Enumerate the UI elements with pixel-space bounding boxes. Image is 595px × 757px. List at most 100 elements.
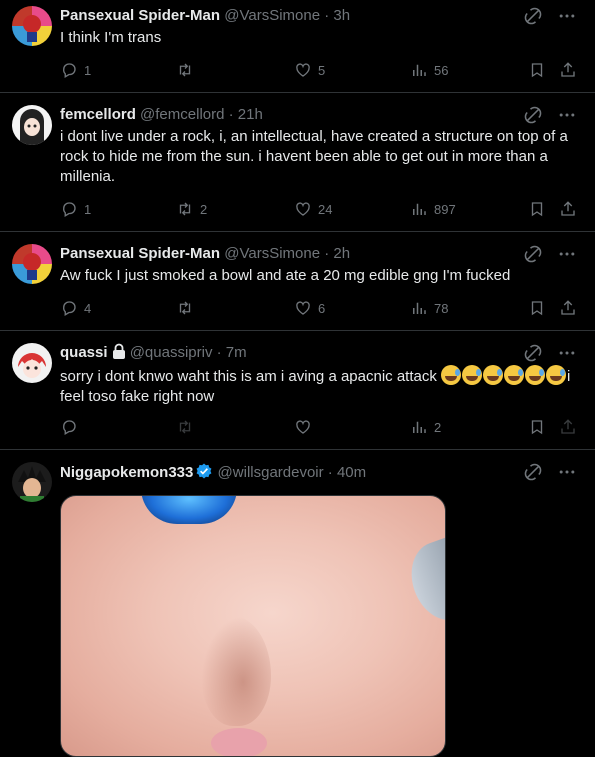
grok-icon[interactable] xyxy=(523,462,543,482)
avatar[interactable] xyxy=(12,343,52,383)
share-icon xyxy=(559,299,577,317)
bookmark-icon xyxy=(528,200,546,218)
views-button[interactable]: 56 xyxy=(410,61,448,79)
like-button[interactable]: 24 xyxy=(294,200,332,218)
handle-time[interactable]: @willsgardevoir · 40m xyxy=(218,464,367,481)
bookmark-icon xyxy=(528,61,546,79)
grok-icon[interactable] xyxy=(523,105,543,125)
retweet-button[interactable] xyxy=(176,418,200,436)
retweet-button[interactable] xyxy=(176,61,200,79)
bookmark-button[interactable] xyxy=(528,418,546,436)
views-icon xyxy=(410,299,428,317)
reply-count: 1 xyxy=(84,201,92,217)
share-button[interactable] xyxy=(559,200,577,218)
reply-count: 1 xyxy=(84,62,92,78)
like-button[interactable]: 6 xyxy=(294,299,325,317)
tweet-text: i dont live under a rock, i, an intellec… xyxy=(60,128,568,185)
bookmark-icon xyxy=(528,418,546,436)
retweet-button[interactable]: 2 xyxy=(176,200,207,218)
share-button[interactable] xyxy=(559,418,577,436)
tweet[interactable]: Pansexual Spider-Man @VarsSimone · 2h Aw… xyxy=(0,232,595,331)
avatar[interactable] xyxy=(12,462,52,502)
retweet-icon xyxy=(176,299,194,317)
sweat-smile-emoji-icon xyxy=(462,365,483,385)
tweet[interactable]: femcellord @femcellord · 21h i dont live… xyxy=(0,93,595,232)
lock-icon xyxy=(112,343,125,359)
handle-time[interactable]: @VarsSimone · 3h xyxy=(224,7,350,24)
reply-button[interactable] xyxy=(60,418,84,436)
share-icon xyxy=(559,61,577,79)
spiderman-avatar-icon xyxy=(23,15,41,42)
share-button[interactable] xyxy=(559,61,577,79)
sweat-smile-emoji-icon xyxy=(483,365,504,385)
tweet[interactable]: quassi @quassipriv · 7m sorry i dont knw… xyxy=(0,331,595,450)
display-name[interactable]: femcellord xyxy=(60,106,136,123)
display-name[interactable]: Niggapokemon333 xyxy=(60,464,193,481)
reply-icon xyxy=(60,61,78,79)
handle-time[interactable]: @femcellord · 21h xyxy=(140,106,263,123)
bookmark-button[interactable] xyxy=(528,61,546,79)
more-icon[interactable] xyxy=(557,244,577,264)
views-count: 897 xyxy=(434,201,456,217)
views-count: 56 xyxy=(434,62,449,78)
handle-time[interactable]: @VarsSimone · 2h xyxy=(224,245,350,262)
sweat-smile-emoji-icon xyxy=(441,365,462,385)
grey-eye-graphic xyxy=(401,533,445,629)
retweet-icon xyxy=(176,61,194,79)
nose-shading-graphic xyxy=(201,616,271,726)
avatar[interactable] xyxy=(12,6,52,46)
lip-graphic xyxy=(211,728,267,756)
like-button[interactable]: 5 xyxy=(294,61,325,79)
retweet-count: 2 xyxy=(200,201,208,217)
grok-icon[interactable] xyxy=(523,343,543,363)
avatar[interactable] xyxy=(12,244,52,284)
like-icon xyxy=(294,61,312,79)
more-icon[interactable] xyxy=(557,343,577,363)
display-name[interactable]: Pansexual Spider-Man xyxy=(60,7,220,24)
handle-time[interactable]: @quassipriv · 7m xyxy=(130,344,247,361)
views-button[interactable]: 897 xyxy=(410,200,456,218)
grok-icon[interactable] xyxy=(523,244,543,264)
views-button[interactable]: 78 xyxy=(410,299,448,317)
sweat-smile-emoji-icon xyxy=(546,365,567,385)
retweet-button[interactable] xyxy=(176,299,200,317)
sweat-smile-emoji-icon xyxy=(504,365,525,385)
reply-icon xyxy=(60,200,78,218)
reply-icon xyxy=(60,418,78,436)
reply-count: 4 xyxy=(84,300,92,316)
more-icon[interactable] xyxy=(557,105,577,125)
display-name[interactable]: quassi xyxy=(60,344,108,361)
views-icon xyxy=(410,418,428,436)
views-icon xyxy=(410,200,428,218)
bookmark-button[interactable] xyxy=(528,299,546,317)
reply-button[interactable]: 1 xyxy=(60,200,91,218)
anime-avatar-icon xyxy=(20,109,44,145)
grok-icon[interactable] xyxy=(523,6,543,26)
like-icon xyxy=(294,299,312,317)
share-icon xyxy=(559,418,577,436)
verified-badge-icon xyxy=(196,463,212,479)
more-icon[interactable] xyxy=(557,462,577,482)
tweet-text: Aw fuck I just smoked a bowl and ate a 2… xyxy=(60,267,511,284)
like-icon xyxy=(294,418,312,436)
views-icon xyxy=(410,61,428,79)
display-name[interactable]: Pansexual Spider-Man xyxy=(60,245,220,262)
tweet-media-image[interactable] xyxy=(60,495,446,757)
reply-icon xyxy=(60,299,78,317)
like-count: 6 xyxy=(318,300,326,316)
like-button[interactable] xyxy=(294,418,318,436)
tweet[interactable]: Pansexual Spider-Man @VarsSimone · 3h I … xyxy=(0,0,595,93)
tweet-text: I think I'm trans xyxy=(60,29,162,46)
like-icon xyxy=(294,200,312,218)
share-icon xyxy=(559,200,577,218)
bookmark-button[interactable] xyxy=(528,200,546,218)
reply-button[interactable]: 1 xyxy=(60,61,91,79)
views-button[interactable]: 2 xyxy=(410,418,441,436)
avatar[interactable] xyxy=(12,105,52,145)
views-count: 78 xyxy=(434,300,449,316)
reply-button[interactable]: 4 xyxy=(60,299,91,317)
share-button[interactable] xyxy=(559,299,577,317)
spiderman-avatar-icon xyxy=(23,253,41,280)
retweet-icon xyxy=(176,200,194,218)
more-icon[interactable] xyxy=(557,6,577,26)
